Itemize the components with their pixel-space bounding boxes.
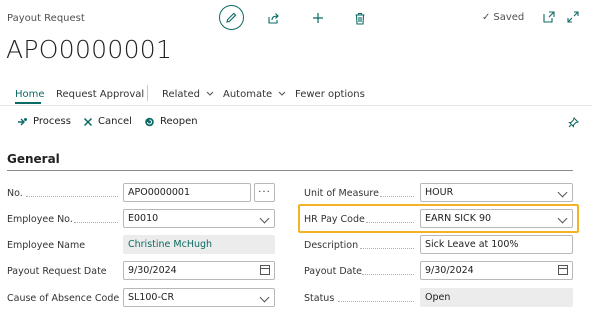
payout-request-date-label: Payout Request Date bbox=[7, 265, 107, 277]
fewer-options-button[interactable]: Fewer options bbox=[295, 89, 365, 100]
new-icon bbox=[313, 13, 323, 23]
tab-related-label: Related bbox=[162, 88, 200, 100]
section-divider bbox=[7, 170, 573, 171]
unit-of-measure-label: Unit of Measure bbox=[304, 187, 379, 199]
pin-icon bbox=[567, 116, 579, 128]
dotted-leader bbox=[366, 221, 414, 223]
employee-name-label: Employee Name bbox=[7, 239, 86, 251]
dotted-leader bbox=[362, 273, 414, 275]
saved-label: Saved bbox=[493, 12, 525, 23]
nav-underline bbox=[0, 105, 592, 106]
open-new-window-icon bbox=[543, 11, 555, 23]
personalize-button[interactable] bbox=[566, 115, 580, 129]
hr-pay-code-label: HR Pay Code bbox=[304, 213, 365, 225]
assist-edit-button[interactable]: ··· bbox=[254, 183, 275, 202]
edit-icon bbox=[226, 12, 237, 23]
expand-button[interactable] bbox=[566, 10, 580, 24]
employee-no-dropdown[interactable]: E0010 bbox=[123, 209, 275, 228]
process-label: Process bbox=[33, 116, 71, 127]
calendar-icon[interactable] bbox=[260, 265, 270, 275]
cancel-button[interactable]: Cancel bbox=[83, 116, 132, 127]
no-value: APO0000001 bbox=[128, 187, 191, 198]
check-icon: ✓ bbox=[482, 12, 491, 23]
cause-of-absence-dropdown[interactable]: SL100-CR bbox=[123, 288, 275, 307]
dotted-leader bbox=[380, 195, 414, 197]
edit-button[interactable] bbox=[219, 5, 244, 30]
chevron-down-icon bbox=[557, 213, 568, 224]
share-button[interactable] bbox=[265, 10, 281, 26]
employee-no-value: E0010 bbox=[128, 213, 159, 224]
employee-no-label: Employee No. bbox=[7, 213, 73, 225]
new-button[interactable] bbox=[310, 10, 326, 26]
expand-icon bbox=[567, 11, 579, 23]
dotted-leader bbox=[360, 247, 414, 249]
dotted-leader bbox=[26, 195, 118, 197]
status-label: Status bbox=[304, 292, 335, 304]
chevron-down-icon bbox=[206, 91, 214, 96]
dotted-leader bbox=[74, 221, 118, 223]
reopen-button[interactable]: Reopen bbox=[144, 116, 198, 127]
description-value: Sick Leave at 100% bbox=[425, 239, 519, 250]
tab-automate[interactable]: Automate bbox=[223, 89, 286, 100]
cancel-label: Cancel bbox=[98, 116, 132, 127]
tab-home[interactable]: Home bbox=[15, 89, 45, 100]
chevron-down-icon bbox=[279, 91, 286, 96]
payout-date-label: Payout Date bbox=[304, 265, 363, 277]
tab-automate-label: Automate bbox=[223, 88, 273, 100]
section-general-title: General bbox=[7, 152, 60, 166]
saved-status: ✓ Saved bbox=[482, 12, 524, 23]
record-title: APO0000001 bbox=[6, 35, 173, 64]
reopen-label: Reopen bbox=[160, 116, 198, 127]
calendar-icon[interactable] bbox=[558, 265, 568, 275]
delete-icon bbox=[355, 12, 365, 25]
cancel-icon bbox=[83, 117, 93, 126]
tab-request-approval[interactable]: Request Approval bbox=[56, 89, 144, 100]
status-value: Open bbox=[425, 292, 451, 303]
hr-pay-code-value: EARN SICK 90 bbox=[425, 213, 492, 224]
action-bar-tabs: Home Request Approval Related Automate F… bbox=[0, 86, 592, 102]
nav-divider bbox=[147, 85, 148, 101]
open-new-window-button[interactable] bbox=[542, 10, 556, 24]
description-label: Description bbox=[304, 239, 359, 251]
payout-date-field[interactable]: 9/30/2024 bbox=[420, 261, 573, 280]
employee-name-field: Christine McHugh bbox=[123, 235, 275, 254]
process-icon bbox=[18, 117, 27, 125]
unit-of-measure-value: HOUR bbox=[425, 187, 454, 198]
unit-of-measure-dropdown[interactable]: HOUR bbox=[420, 183, 573, 202]
chevron-down-icon bbox=[259, 213, 270, 224]
delete-button[interactable] bbox=[352, 10, 368, 26]
cause-of-absence-value: SL100-CR bbox=[128, 292, 175, 303]
reopen-icon bbox=[145, 117, 154, 127]
chevron-down-icon bbox=[259, 292, 270, 303]
no-field[interactable]: APO0000001 bbox=[123, 183, 251, 202]
employee-name-value[interactable]: Christine McHugh bbox=[128, 239, 212, 250]
dotted-leader bbox=[338, 300, 414, 302]
cause-of-absence-label: Cause of Absence Code bbox=[7, 292, 120, 304]
share-icon bbox=[267, 12, 279, 24]
ellipsis-icon: ··· bbox=[258, 187, 271, 198]
description-field[interactable]: Sick Leave at 100% bbox=[420, 235, 573, 254]
payout-request-date-field[interactable]: 9/30/2024 bbox=[123, 261, 275, 280]
hr-pay-code-dropdown[interactable]: EARN SICK 90 bbox=[420, 209, 573, 228]
payout-request-date-value: 9/30/2024 bbox=[128, 265, 177, 276]
process-button[interactable]: Process bbox=[17, 116, 71, 127]
active-tab-indicator bbox=[15, 102, 41, 104]
no-label: No. bbox=[7, 187, 23, 199]
page-caption: Payout Request bbox=[7, 13, 85, 24]
payout-date-value: 9/30/2024 bbox=[425, 265, 474, 276]
chevron-down-icon bbox=[557, 187, 568, 198]
tab-related[interactable]: Related bbox=[162, 89, 214, 100]
status-field: Open bbox=[420, 288, 573, 307]
